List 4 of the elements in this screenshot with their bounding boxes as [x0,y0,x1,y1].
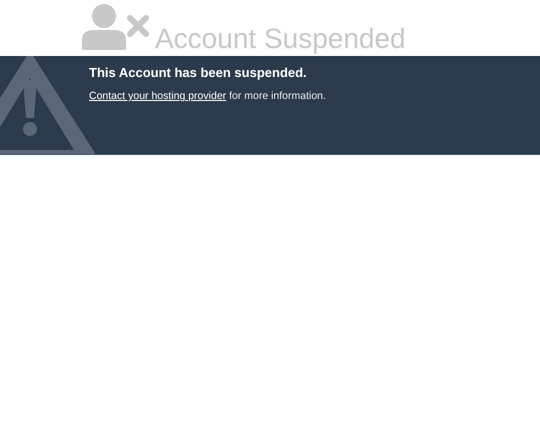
notice-text: Contact your hosting provider for more information. [89,90,327,102]
contact-link[interactable]: Contact your hosting provider [89,90,226,102]
notice-heading: This Account has been suspended. [89,65,308,80]
user-removed-icon [80,2,149,50]
